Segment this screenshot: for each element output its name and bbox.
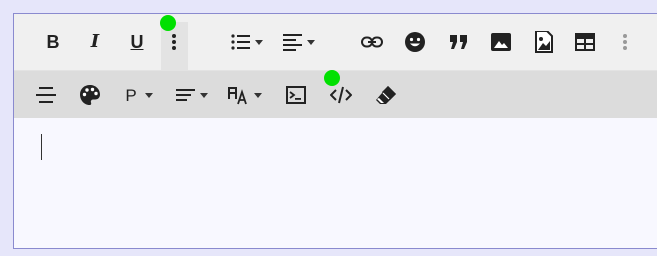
insert-file-button[interactable]: [531, 24, 557, 60]
paragraph-align-dropdown[interactable]: [172, 77, 212, 113]
file-image-icon: [535, 31, 553, 53]
emoji-icon: [405, 32, 425, 52]
chevron-down-icon: [255, 39, 263, 45]
chevron-down-icon: [200, 92, 208, 98]
link-icon: [361, 36, 383, 48]
align-dropdown-button[interactable]: [279, 24, 319, 60]
font-size-icon: [228, 87, 247, 105]
text-color-button[interactable]: [77, 77, 103, 113]
image-icon: [491, 33, 511, 51]
bold-icon: B: [46, 32, 60, 52]
text-align-icon: [176, 89, 195, 101]
editor-content-area[interactable]: [14, 118, 657, 248]
table-icon: [575, 33, 595, 51]
insert-link-button[interactable]: [359, 24, 385, 60]
primary-toolbar: B I U: [14, 14, 657, 71]
code-view-icon: [286, 86, 306, 104]
font-size-dropdown[interactable]: [225, 77, 265, 113]
chevron-down-icon: [254, 92, 262, 98]
strikethrough-icon: [36, 87, 56, 103]
clear-formatting-button[interactable]: [373, 77, 399, 113]
underline-icon: U: [130, 32, 144, 52]
insert-table-button[interactable]: [572, 24, 598, 60]
insert-image-button[interactable]: [488, 24, 514, 60]
html-code-icon: [330, 86, 352, 104]
align-icon: [283, 34, 302, 51]
blockquote-button[interactable]: [446, 24, 472, 60]
bullet-list-icon: [231, 34, 250, 50]
chevron-down-icon: [144, 92, 153, 98]
italic-button[interactable]: I: [84, 24, 106, 60]
chevron-down-icon: [307, 39, 315, 45]
marker-dot: [160, 15, 176, 31]
blockquote-icon: [450, 35, 467, 49]
more-misc-button[interactable]: [617, 24, 633, 60]
underline-button[interactable]: U: [126, 24, 148, 60]
more-vertical-icon: [172, 34, 176, 50]
paragraph-format-dropdown[interactable]: P: [121, 77, 157, 113]
eraser-icon: [376, 86, 396, 104]
list-dropdown-button[interactable]: [227, 24, 267, 60]
bold-button[interactable]: B: [42, 24, 64, 60]
text-cursor: [41, 134, 42, 160]
code-view-button[interactable]: [283, 77, 309, 113]
rich-text-editor: B I U P: [13, 13, 657, 249]
palette-icon: [80, 85, 100, 105]
more-vertical-icon: [623, 34, 627, 50]
paragraph-format-icon: P: [125, 85, 137, 105]
marker-dot: [324, 70, 340, 86]
italic-icon: I: [90, 31, 100, 52]
emoticons-button[interactable]: [402, 24, 428, 60]
strikethrough-button[interactable]: [33, 77, 59, 113]
